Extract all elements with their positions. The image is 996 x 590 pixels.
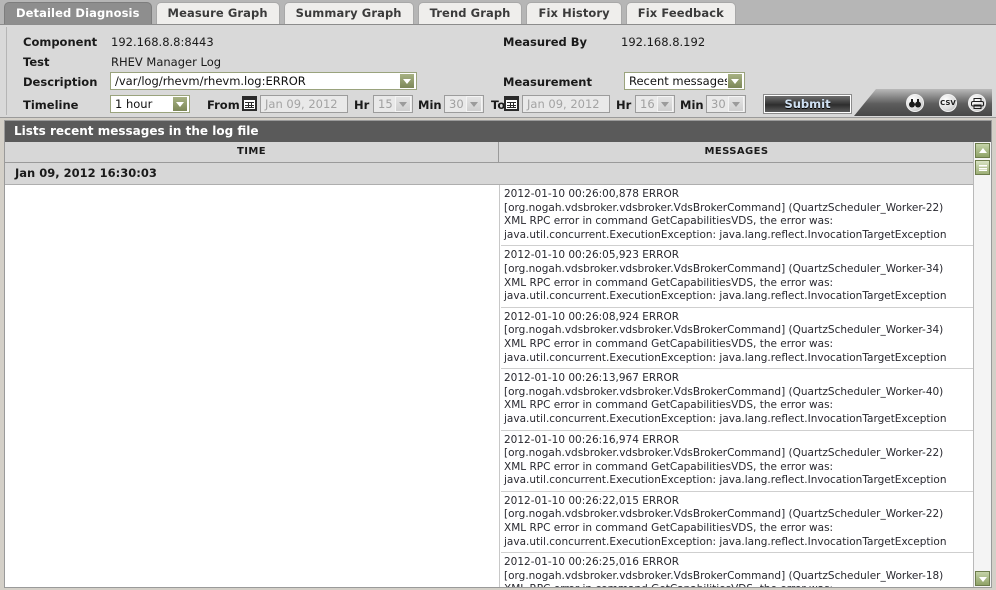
tab-measure-graph[interactable]: Measure Graph bbox=[155, 2, 280, 24]
tab-label: Detailed Diagnosis bbox=[16, 6, 140, 20]
to-date-input[interactable]: Jan 09, 2012 bbox=[522, 95, 610, 113]
to-hr-value: 16 bbox=[640, 97, 655, 111]
from-min-label: Min bbox=[418, 98, 442, 112]
submit-button[interactable]: Submit bbox=[763, 94, 852, 114]
scrollbar-thumb[interactable] bbox=[975, 160, 990, 175]
from-label: From bbox=[207, 98, 240, 112]
result-panel: Lists recent messages in the log file TI… bbox=[4, 120, 992, 588]
messages-area: 2012-01-10 00:26:00,878 ERROR [org.nogah… bbox=[5, 185, 973, 587]
to-min-label: Min bbox=[680, 98, 704, 112]
form-inner: Component 192.168.8.8:8443 Test RHEV Man… bbox=[6, 27, 992, 116]
table-row-time: Jan 09, 2012 16:30:03 bbox=[5, 163, 973, 185]
csv-icon[interactable]: CSV bbox=[939, 94, 957, 112]
scroll-up-icon[interactable] bbox=[975, 143, 990, 158]
binoculars-glyph bbox=[909, 98, 921, 107]
timeline-select[interactable]: 1 hour bbox=[110, 95, 190, 113]
test-label: Test bbox=[23, 55, 50, 69]
timeline-select-value: 1 hour bbox=[115, 97, 153, 111]
chevron-down-icon bbox=[657, 96, 673, 112]
measured-by-value: 192.168.8.192 bbox=[621, 35, 706, 49]
tab-label: Summary Graph bbox=[295, 6, 402, 20]
tab-bar: Detailed Diagnosis Measure Graph Summary G… bbox=[0, 0, 996, 25]
binoculars-icon[interactable] bbox=[906, 94, 924, 112]
chevron-down-icon bbox=[172, 96, 188, 112]
chevron-down-icon bbox=[728, 96, 744, 112]
tab-fix-history[interactable]: Fix History bbox=[526, 2, 622, 24]
to-hr-select[interactable]: 16 bbox=[635, 95, 675, 113]
log-message-block: 2012-01-10 00:26:16,974 ERROR [org.nogah… bbox=[501, 431, 973, 492]
description-select-value: /var/log/rhevm/rhevm.log:ERROR bbox=[115, 74, 306, 88]
table-column-headers: TIME MESSAGES bbox=[5, 142, 973, 163]
from-hr-label: Hr bbox=[354, 98, 370, 112]
log-message-block: 2012-01-10 00:26:08,924 ERROR [org.nogah… bbox=[501, 308, 973, 370]
tab-detailed-diagnosis[interactable]: Detailed Diagnosis bbox=[4, 2, 152, 24]
log-message-block: 2012-01-10 00:26:25,016 ERROR [org.nogah… bbox=[501, 553, 973, 587]
chevron-down-icon bbox=[466, 96, 482, 112]
scroll-down-icon[interactable] bbox=[975, 571, 990, 586]
log-message-block: 2012-01-10 00:26:05,923 ERROR [org.nogah… bbox=[501, 246, 973, 308]
column-header-messages: MESSAGES bbox=[704, 146, 769, 157]
log-message-block: 2012-01-10 00:26:13,967 ERROR [org.nogah… bbox=[501, 369, 973, 431]
tab-fix-feedback[interactable]: Fix Feedback bbox=[625, 2, 736, 24]
printer-glyph bbox=[970, 97, 984, 109]
tab-label: Trend Graph bbox=[429, 6, 511, 20]
from-date-input[interactable]: Jan 09, 2012 bbox=[260, 95, 348, 113]
measurement-select[interactable]: Recent messages bbox=[624, 72, 745, 90]
chevron-down-icon bbox=[727, 73, 743, 89]
tab-label: Fix History bbox=[538, 6, 610, 20]
tab-trend-graph[interactable]: Trend Graph bbox=[417, 2, 523, 24]
measurement-select-value: Recent messages bbox=[629, 74, 727, 88]
from-hr-select[interactable]: 15 bbox=[373, 95, 413, 113]
tab-label: Fix Feedback bbox=[637, 6, 724, 20]
tab-label: Measure Graph bbox=[167, 6, 268, 20]
vertical-scrollbar[interactable] bbox=[973, 142, 991, 587]
diagnosis-form-panel: Component 192.168.8.8:8443 Test RHEV Man… bbox=[0, 25, 996, 118]
component-label: Component bbox=[23, 35, 98, 49]
timeline-label: Timeline bbox=[23, 98, 79, 112]
description-label: Description bbox=[23, 75, 98, 89]
detailed-diagnosis-page: Detailed Diagnosis Measure Graph Summary G… bbox=[0, 0, 996, 590]
csv-icon-label: CSV bbox=[940, 99, 956, 107]
from-min-select[interactable]: 30 bbox=[444, 95, 484, 113]
measured-by-label: Measured By bbox=[503, 35, 588, 49]
from-min-value: 30 bbox=[449, 97, 464, 111]
chevron-down-icon bbox=[399, 73, 415, 89]
result-title: Lists recent messages in the log file bbox=[5, 121, 991, 142]
measurement-label: Measurement bbox=[503, 75, 592, 89]
log-message-block: 2012-01-10 00:26:22,015 ERROR [org.nogah… bbox=[501, 492, 973, 554]
column-divider bbox=[499, 185, 500, 587]
to-calendar-icon[interactable] bbox=[504, 96, 519, 111]
component-value: 192.168.8.8:8443 bbox=[111, 35, 214, 49]
to-min-select[interactable]: 30 bbox=[706, 95, 746, 113]
to-hr-label: Hr bbox=[616, 98, 632, 112]
print-icon[interactable] bbox=[968, 94, 986, 112]
column-header-time: TIME bbox=[5, 142, 499, 162]
toolbar-icon-strip: CSV bbox=[854, 89, 992, 116]
chevron-down-icon bbox=[395, 96, 411, 112]
tab-summary-graph[interactable]: Summary Graph bbox=[283, 2, 414, 24]
from-calendar-icon[interactable] bbox=[242, 96, 257, 111]
to-min-value: 30 bbox=[711, 97, 726, 111]
from-hr-value: 15 bbox=[378, 97, 393, 111]
log-message-block: 2012-01-10 00:26:00,878 ERROR [org.nogah… bbox=[501, 185, 973, 247]
message-list: 2012-01-10 00:26:00,878 ERROR [org.nogah… bbox=[501, 185, 973, 587]
test-value: RHEV Manager Log bbox=[111, 55, 222, 69]
description-select[interactable]: /var/log/rhevm/rhevm.log:ERROR bbox=[110, 72, 417, 90]
